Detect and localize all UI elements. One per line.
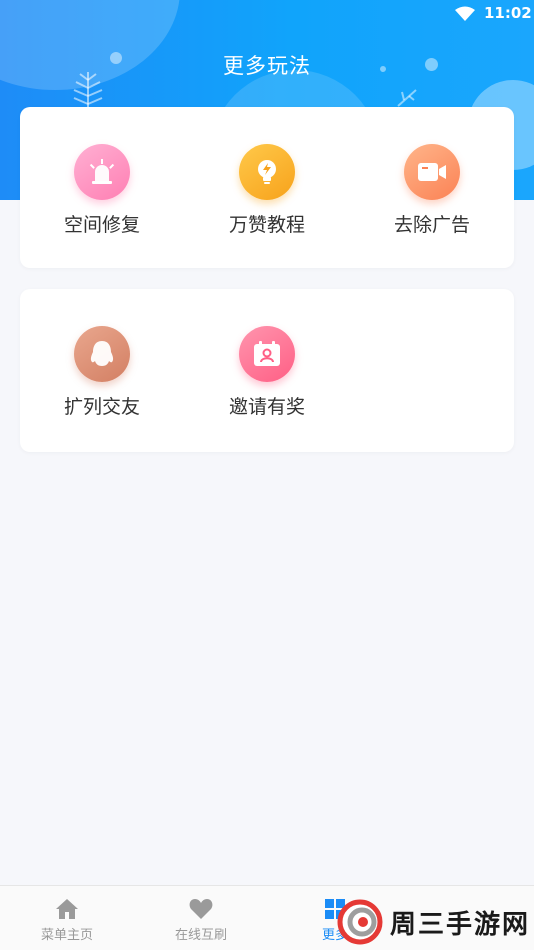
nav-label: 在线互刷 <box>174 928 227 943</box>
status-time: 11:02 <box>484 4 532 22</box>
video-camera-icon <box>404 144 460 200</box>
feature-card: 空间修复 万赞教程 去除广告 <box>20 107 514 268</box>
feature-space-repair[interactable]: 空间修复 <box>20 144 184 237</box>
status-bar: 11:02 <box>0 0 534 30</box>
feature-remove-ads[interactable]: 去除广告 <box>350 144 514 237</box>
feature-invite-reward[interactable]: 邀请有奖 <box>185 326 349 419</box>
siren-icon <box>74 144 130 200</box>
feature-label: 万赞教程 <box>228 214 305 236</box>
lightbulb-icon <box>239 144 295 200</box>
leaf-decoration-icon <box>397 89 417 107</box>
watermark: 周三手游网 <box>336 895 534 949</box>
watermark-text: 周三手游网 <box>390 909 531 940</box>
page-title: 更多玩法 <box>223 54 311 78</box>
feature-label: 空间修复 <box>63 214 140 236</box>
feature-label: 邀请有奖 <box>228 396 305 418</box>
watermark-logo-icon <box>337 899 383 945</box>
nav-item-home[interactable]: 菜单主页 <box>0 886 134 950</box>
nav-item-online[interactable]: 在线互刷 <box>134 886 268 950</box>
qq-penguin-icon <box>74 326 130 382</box>
feature-label: 扩列交友 <box>63 396 140 418</box>
feature-make-friends[interactable]: 扩列交友 <box>20 326 184 419</box>
feature-label: 去除广告 <box>393 214 470 236</box>
home-icon <box>0 898 134 922</box>
feature-likes-tutorial[interactable]: 万赞教程 <box>185 144 349 237</box>
feature-card: 扩列交友 邀请有奖 <box>20 289 514 452</box>
heart-icon <box>134 898 268 922</box>
nav-label: 菜单主页 <box>40 928 93 943</box>
calendar-user-icon <box>239 326 295 382</box>
wifi-icon <box>455 6 475 21</box>
